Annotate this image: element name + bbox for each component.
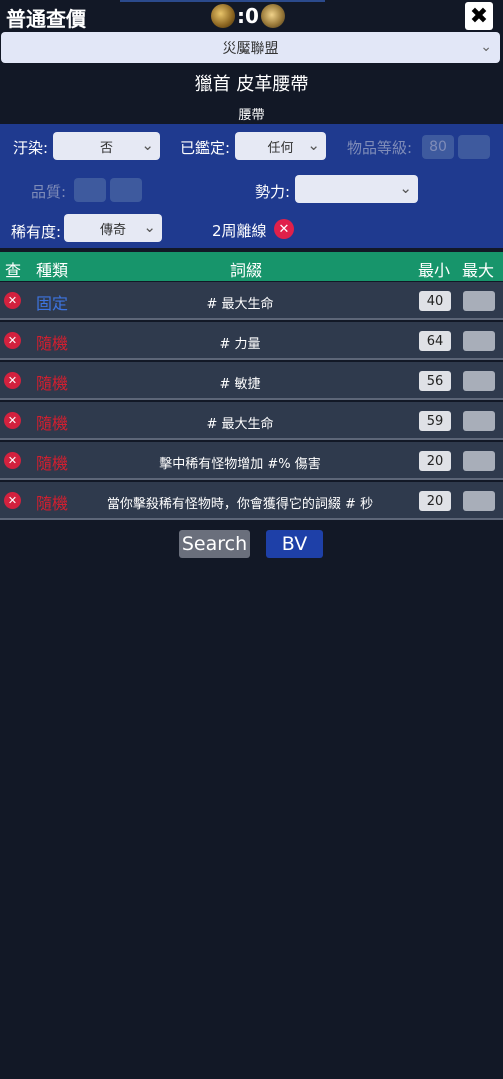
offline-toggle-icon[interactable]: ✕ [274,219,294,239]
mod-text: 擊中稀有怪物增加 #% 傷害 [159,457,321,472]
filter-panel: 汙染: 否 ⌄ 已鑑定: 任何 ⌄ 物品等級: 80 品質: 勢力: ⌄ 稀有度… [0,124,503,248]
table-row: ✕ 固定 # 最大生命 40 [0,282,503,320]
mod-text: # 敏捷 [219,377,261,392]
offline-label: 2周離線 [212,222,267,240]
max-input[interactable] [463,411,495,431]
quality-label: 品質: [31,183,67,201]
bv-button-label: BV [281,533,308,555]
header-kind: 種類 [36,261,69,280]
chaos-orb-icon [211,4,235,28]
chevron-down-icon: ⌄ [143,218,156,236]
title-bar: 普通查價 :0 ✖ [0,0,503,32]
min-value: 64 [426,333,444,349]
identified-value: 任何 [267,140,294,156]
chevron-down-icon: ⌄ [399,179,412,197]
chevron-down-icon: ⌄ [480,39,492,55]
item-class: 腰帶 [238,108,265,123]
remove-icon[interactable]: ✕ [4,292,21,309]
min-input[interactable]: 64 [419,331,451,351]
close-button[interactable]: ✖ [465,2,493,30]
min-input[interactable]: 56 [419,371,451,391]
search-button-label: Search [181,533,248,555]
close-icon: ✖ [469,3,489,29]
corrupted-value: 否 [99,140,113,156]
min-value: 56 [426,373,444,389]
identified-label: 已鑑定: [180,139,231,157]
chevron-down-icon: ⌄ [141,136,154,154]
max-input[interactable] [463,491,495,511]
search-button[interactable]: Search [179,530,250,558]
league-value: 災魘聯盟 [222,40,279,57]
item-level-min-value: 80 [429,139,447,155]
table-row: ✕ 隨機 當你擊殺稀有怪物時，你會獲得它的詞綴 # 秒 20 [0,482,503,520]
min-input[interactable]: 20 [419,491,451,511]
window-title: 普通查價 [6,7,86,31]
remove-icon[interactable]: ✕ [4,372,21,389]
remove-icon[interactable]: ✕ [4,412,21,429]
rarity-select[interactable]: 傳奇 ⌄ [64,214,162,242]
table-row: ✕ 隨機 擊中稀有怪物增加 #% 傷害 20 [0,442,503,480]
min-value: 59 [426,413,444,429]
header-mod: 詞綴 [230,261,263,280]
min-value: 20 [426,493,444,509]
identified-select[interactable]: 任何 ⌄ [235,132,326,160]
max-input[interactable] [463,291,495,311]
mod-text: # 最大生命 [206,417,274,432]
table-row: ✕ 隨機 # 最大生命 59 [0,402,503,440]
table-row: ✕ 隨機 # 力量 64 [0,322,503,360]
quality-min-input[interactable] [74,178,106,202]
rarity-label: 稀有度: [11,223,62,241]
max-input[interactable] [463,371,495,391]
influence-select[interactable]: ⌄ [295,175,418,203]
min-value: 40 [426,293,444,309]
remove-icon[interactable]: ✕ [4,492,21,509]
max-input[interactable] [463,331,495,351]
divine-orb-icon [260,4,285,28]
header-min: 最小 [418,261,451,280]
bv-button[interactable]: BV [266,530,323,558]
league-select[interactable]: 災魘聯盟 ⌄ [1,32,500,63]
item-level-min-input[interactable]: 80 [422,135,454,159]
max-input[interactable] [463,451,495,471]
corrupted-select[interactable]: 否 ⌄ [53,132,160,160]
table-row: ✕ 隨機 # 敏捷 56 [0,362,503,400]
header-max: 最大 [462,261,495,280]
currency-count: :0 [237,4,259,28]
item-level-label: 物品等級: [347,139,413,157]
mod-text: # 最大生命 [206,297,274,312]
mod-text: # 力量 [219,337,261,352]
rarity-value: 傳奇 [99,222,126,238]
mod-text: 當你擊殺稀有怪物時，你會獲得它的詞綴 # 秒 [106,497,374,512]
remove-icon[interactable]: ✕ [4,332,21,349]
influence-label: 勢力: [255,183,291,201]
remove-icon[interactable]: ✕ [4,452,21,469]
min-value: 20 [426,453,444,469]
min-input[interactable]: 59 [419,411,451,431]
currency-display: :0 [211,3,285,29]
min-input[interactable]: 40 [419,291,451,311]
header-check: 查 [5,261,22,280]
table-header: 查 種類 詞綴 最小 最大 [0,252,503,281]
corrupted-label: 汙染: [13,139,49,157]
min-input[interactable]: 20 [419,451,451,471]
quality-max-input[interactable] [110,178,142,202]
item-name: 獵首 皮革腰帶 [194,74,309,95]
chevron-down-icon: ⌄ [307,136,320,154]
item-level-max-input[interactable] [458,135,490,159]
